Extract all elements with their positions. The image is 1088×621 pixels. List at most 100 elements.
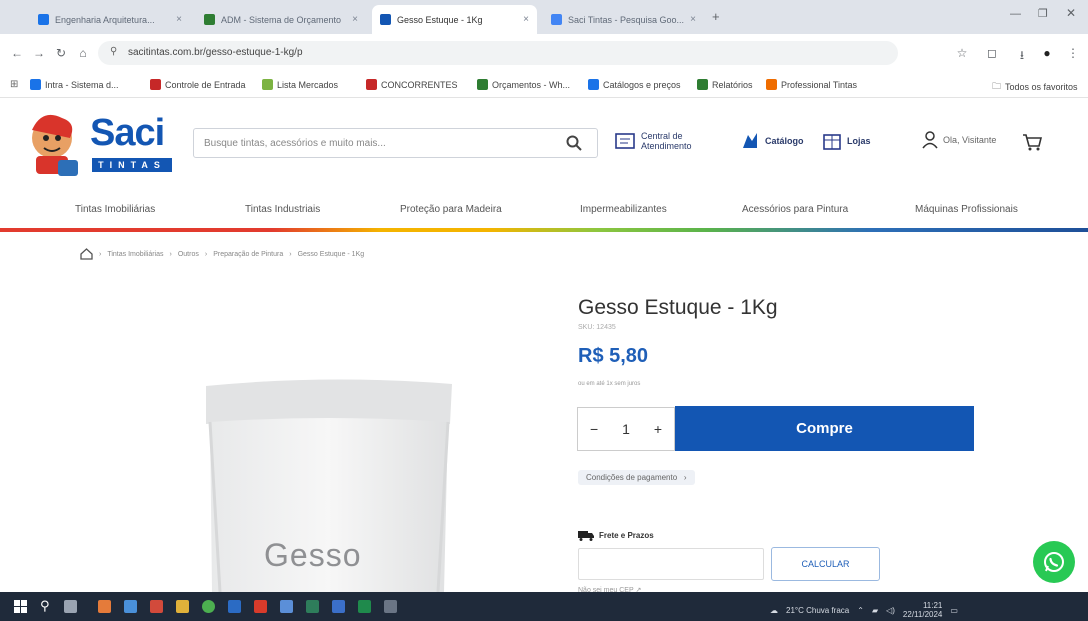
- bookmark-favicon: [766, 79, 777, 90]
- close-icon[interactable]: ×: [176, 14, 182, 25]
- app-icon[interactable]: [150, 600, 163, 613]
- star-icon[interactable]: ☆: [955, 46, 969, 60]
- account-link[interactable]: Ola, Visitante: [922, 131, 996, 149]
- app-icon[interactable]: [254, 600, 267, 613]
- bookmark-favicon: [262, 79, 273, 90]
- search-icon[interactable]: [566, 135, 582, 151]
- nav-item-tintas-imobiliarias[interactable]: Tintas Imobiliárias: [75, 204, 155, 215]
- quantity-stepper: − 1 +: [577, 407, 675, 451]
- tab-2[interactable]: ADM - Sistema de Orçamento ×: [196, 5, 366, 34]
- folder-icon[interactable]: [176, 600, 189, 613]
- bookmark-label: Controle de Entrada: [165, 79, 246, 90]
- close-icon[interactable]: ×: [523, 14, 529, 25]
- cep-input[interactable]: [578, 548, 764, 580]
- reload-icon[interactable]: ↻: [54, 46, 68, 60]
- close-window-button[interactable]: ✕: [1066, 6, 1076, 20]
- app-icon[interactable]: [98, 600, 111, 613]
- new-tab-button[interactable]: +: [712, 9, 720, 24]
- close-icon[interactable]: ×: [690, 14, 696, 25]
- bookmark-label: Lista Mercados: [277, 79, 339, 90]
- app-icon[interactable]: [124, 600, 137, 613]
- excel-icon[interactable]: [358, 600, 371, 613]
- product-price: R$ 5,80: [578, 345, 649, 367]
- calculate-shipping-button[interactable]: CALCULAR: [771, 547, 880, 581]
- forward-icon[interactable]: →: [32, 46, 46, 60]
- breadcrumb-item[interactable]: Outros: [178, 251, 199, 258]
- whatsapp-button[interactable]: [1033, 541, 1075, 583]
- task-view-icon[interactable]: [64, 600, 77, 613]
- nav-item-acessorios[interactable]: Acessórios para Pintura: [742, 204, 848, 215]
- quantity-value[interactable]: 1: [622, 421, 630, 437]
- bookmark-favicon: [150, 79, 161, 90]
- bookmark-item[interactable]: Orçamentos - Wh...: [477, 79, 570, 90]
- truck-icon: [578, 531, 594, 541]
- close-icon[interactable]: ×: [352, 14, 358, 25]
- site-logo[interactable]: Saci TINTAS: [22, 108, 172, 180]
- profile-icon[interactable]: ●: [1040, 46, 1054, 60]
- bookmark-item[interactable]: Professional Tintas: [766, 79, 857, 90]
- tab-label: Engenharia Arquitetura...: [55, 14, 155, 25]
- tab-4[interactable]: Saci Tintas - Pesquisa Goo... ×: [543, 5, 703, 34]
- home-icon[interactable]: [80, 248, 93, 260]
- cart-icon[interactable]: [1022, 132, 1042, 152]
- nav-item-protecao-madeira[interactable]: Proteção para Madeira: [400, 204, 502, 215]
- search-icon[interactable]: ⚲: [40, 598, 50, 614]
- os-taskbar: ⚲ ☁ 21°C Chuva fraca ⌃ ▰ ◁) 11:21 22/11/…: [0, 592, 1088, 621]
- app-icon[interactable]: [280, 600, 293, 613]
- stores-link[interactable]: Lojas: [822, 131, 871, 151]
- bookmark-label: CONCORRENTES: [381, 79, 458, 90]
- chrome-icon[interactable]: [202, 600, 215, 613]
- bookmark-label: Intra - Sistema d...: [45, 79, 119, 90]
- maximize-button[interactable]: ❐: [1038, 7, 1048, 20]
- breadcrumb-item[interactable]: Tintas Imobiliárias: [107, 251, 163, 258]
- tab-active[interactable]: Gesso Estuque - 1Kg ×: [372, 5, 537, 34]
- catalog-icon: [743, 133, 757, 148]
- app-icon[interactable]: [332, 600, 345, 613]
- catalog-link[interactable]: Catálogo: [740, 131, 804, 151]
- bookmark-item[interactable]: Relatórios: [697, 79, 753, 90]
- nav-item-impermeabilizantes[interactable]: Impermeabilizantes: [580, 204, 667, 215]
- increase-button[interactable]: +: [654, 421, 662, 437]
- whatsapp-icon: [1044, 552, 1064, 572]
- search-input[interactable]: Busque tintas, acessórios e muito mais..…: [193, 128, 598, 158]
- bookmark-item[interactable]: Controle de Entrada: [150, 79, 246, 90]
- clock[interactable]: 11:21 22/11/2024: [903, 601, 942, 619]
- tab-1[interactable]: Engenharia Arquitetura... ×: [30, 5, 190, 34]
- app-icon[interactable]: [306, 600, 319, 613]
- weather-text[interactable]: 21°C Chuva fraca: [786, 606, 849, 615]
- home-icon[interactable]: ⌂: [76, 46, 90, 60]
- customer-service-link[interactable]: Central de Atendimento: [614, 131, 705, 151]
- tray-chevron-icon[interactable]: ⌃: [857, 606, 864, 615]
- tab-label: ADM - Sistema de Orçamento: [221, 14, 342, 25]
- app-icon[interactable]: [384, 600, 397, 613]
- app-icon[interactable]: [228, 600, 241, 613]
- network-icon[interactable]: ▰: [872, 606, 878, 615]
- nav-item-tintas-industriais[interactable]: Tintas Industriais: [245, 204, 320, 215]
- stores-label: Lojas: [847, 136, 871, 146]
- payment-conditions-link[interactable]: Condições de pagamento ›: [578, 470, 695, 485]
- url-input[interactable]: ⚲ sacitintas.com.br/gesso-estuque-1-kg/p: [98, 41, 898, 65]
- all-bookmarks[interactable]: 🗀 Todos os favoritos: [992, 79, 1078, 95]
- nav-item-maquinas[interactable]: Máquinas Profissionais: [915, 204, 1018, 215]
- volume-icon[interactable]: ◁): [886, 606, 895, 615]
- minimize-button[interactable]: —: [1010, 8, 1021, 20]
- bookmark-item[interactable]: Catálogos e preços: [588, 79, 681, 90]
- download-icon[interactable]: ⭳: [1015, 46, 1029, 67]
- windows-start-icon[interactable]: [14, 600, 27, 613]
- product-sku: SKU: 12435: [578, 324, 616, 331]
- breadcrumb-item[interactable]: Preparação de Pintura: [213, 251, 283, 258]
- notifications-icon[interactable]: ▭: [950, 606, 958, 615]
- back-icon[interactable]: ←: [10, 46, 24, 60]
- clock-date: 22/11/2024: [902, 610, 943, 619]
- bookmark-item[interactable]: CONCORRENTES: [366, 79, 458, 90]
- bookmark-item[interactable]: Intra - Sistema d...: [30, 79, 119, 90]
- site-info-icon[interactable]: ⚲: [110, 46, 117, 57]
- buy-button[interactable]: Compre: [675, 406, 974, 451]
- menu-icon[interactable]: ⋮: [1066, 46, 1080, 60]
- bookmark-item[interactable]: Lista Mercados: [262, 79, 338, 90]
- tab-label: Gesso Estuque - 1Kg: [397, 14, 483, 25]
- apps-icon[interactable]: ⊞: [10, 79, 18, 90]
- breadcrumb: › Tintas Imobiliárias › Outros › Prepara…: [80, 248, 364, 260]
- decrease-button[interactable]: −: [590, 421, 598, 437]
- extensions-icon[interactable]: ◻: [985, 46, 999, 60]
